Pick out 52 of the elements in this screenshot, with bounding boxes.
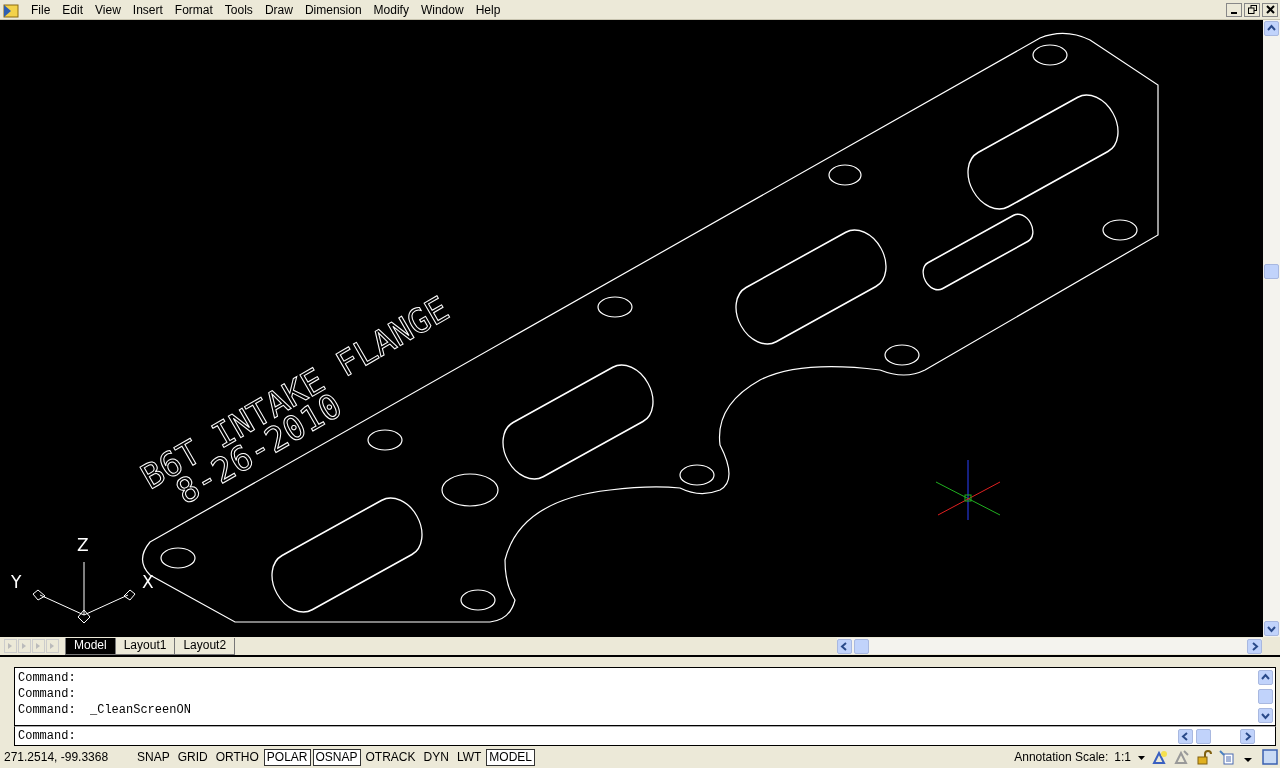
- scroll-thumb[interactable]: [1258, 689, 1273, 704]
- status-toggle-button[interactable]: MODEL: [486, 748, 535, 766]
- scroll-thumb[interactable]: [1264, 264, 1279, 279]
- padlock-icon[interactable]: [1196, 749, 1212, 765]
- scroll-left-button[interactable]: [837, 638, 852, 654]
- layout-tab[interactable]: Model: [65, 637, 116, 655]
- menu-item[interactable]: Window: [414, 2, 470, 17]
- horizontal-scrollbar[interactable]: [837, 638, 1262, 654]
- menu-item[interactable]: Insert: [126, 2, 169, 17]
- close-button[interactable]: [1262, 2, 1278, 17]
- command-history-line: Command:: [18, 686, 77, 702]
- ucs-axes-icon: [32, 561, 136, 624]
- minimize-icon: [1231, 11, 1237, 14]
- scroll-left-button[interactable]: [1178, 728, 1193, 744]
- axis-label: Z: [77, 535, 89, 555]
- scroll-up-button[interactable]: [1258, 670, 1273, 685]
- scroll-down-button[interactable]: [1264, 621, 1279, 636]
- vertical-scrollbar[interactable]: [1263, 20, 1280, 637]
- menu-item[interactable]: Edit: [56, 2, 90, 17]
- command-history-line: Command:: [18, 670, 77, 686]
- menu-item[interactable]: Draw: [258, 2, 299, 17]
- menu-item[interactable]: Dimension: [298, 2, 368, 17]
- axis-label: Y: [11, 572, 22, 592]
- restore-icon: [1247, 5, 1257, 14]
- menu-item[interactable]: Help: [469, 2, 507, 17]
- minimize-button[interactable]: [1226, 2, 1242, 17]
- status-toggle-button[interactable]: POLAR: [263, 748, 311, 766]
- command-history-line: Command: _CleanScreenON: [18, 702, 192, 718]
- annotation-visibility-icon[interactable]: [1152, 749, 1168, 765]
- menu-item[interactable]: File: [25, 2, 57, 17]
- menu-item[interactable]: View: [89, 2, 127, 17]
- scroll-thumb[interactable]: [1196, 728, 1211, 744]
- scroll-right-button[interactable]: [1247, 638, 1262, 654]
- axis-label: X: [142, 572, 154, 592]
- scroll-down-button[interactable]: [1258, 708, 1273, 723]
- restore-button[interactable]: [1244, 2, 1260, 17]
- crosshair-cursor-icon: [935, 459, 1001, 521]
- layout-tab[interactable]: Layout2: [174, 637, 236, 655]
- status-toggle-button[interactable]: OSNAP: [312, 748, 361, 766]
- scroll-thumb[interactable]: [854, 638, 869, 654]
- annotation-scale-dropdown[interactable]: 1:1: [1114, 750, 1131, 764]
- scroll-up-button[interactable]: [1264, 21, 1279, 36]
- close-icon: [1265, 5, 1275, 14]
- scroll-right-button[interactable]: [1240, 728, 1255, 744]
- menu-item[interactable]: Tools: [218, 2, 259, 17]
- layout-tab[interactable]: Layout1: [114, 637, 176, 655]
- app-icon[interactable]: [3, 1, 19, 18]
- coordinates-readout: 271.2514, -99.3368: [3, 750, 110, 764]
- annotation-scale-label: Annotation Scale:: [1014, 750, 1109, 764]
- command-prompt: Command:: [18, 729, 76, 743]
- menu-item[interactable]: Modify: [367, 2, 415, 17]
- menu-item[interactable]: Format: [168, 2, 219, 17]
